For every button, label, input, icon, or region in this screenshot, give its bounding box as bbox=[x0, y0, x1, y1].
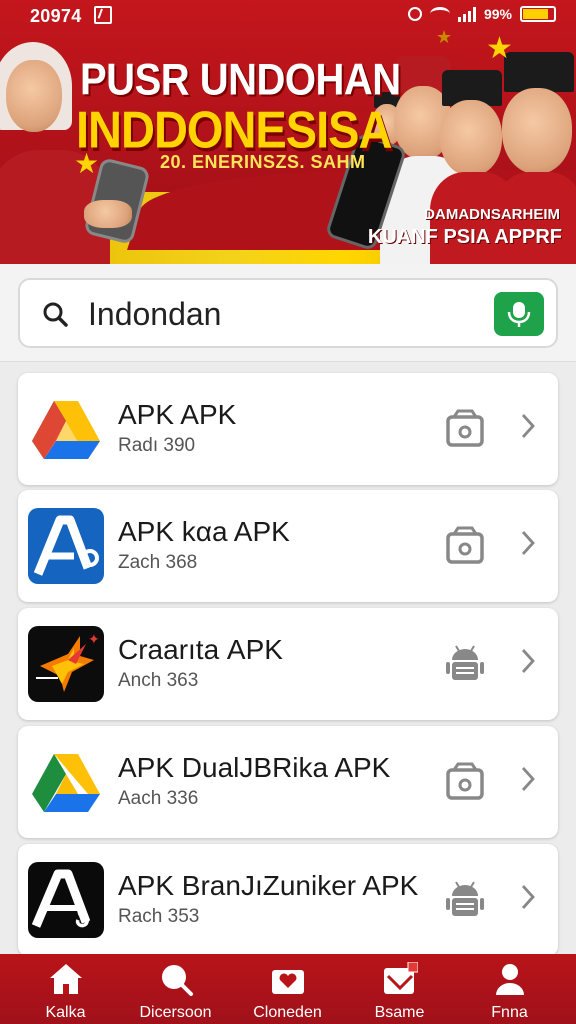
list-item[interactable]: APK BranJıZuniker APK Rach 353 bbox=[18, 844, 558, 956]
inbox-icon bbox=[384, 962, 418, 994]
microphone-icon bbox=[507, 302, 531, 327]
package-icon bbox=[446, 762, 484, 800]
banner-headline-country: INDDONESISA bbox=[76, 100, 392, 159]
search-icon bbox=[43, 302, 68, 327]
a-letter-blue-icon bbox=[28, 508, 104, 584]
app-title: APK kαa APK bbox=[118, 516, 290, 547]
list-item[interactable]: ✦ Craarıtа APK Anch 363 bbox=[18, 608, 558, 720]
signal-icon bbox=[457, 6, 476, 22]
nav-item-cloned[interactable]: Cloneden bbox=[230, 954, 345, 1024]
notification-icon bbox=[94, 6, 112, 24]
nav-item-bsame[interactable]: Bsame bbox=[342, 954, 457, 1024]
status-time: 20974 bbox=[30, 6, 82, 26]
location-icon bbox=[407, 7, 422, 21]
bottom-navigation: Kalka Dicersoon Cloneden Bsame Fnna bbox=[0, 954, 576, 1024]
package-icon bbox=[446, 409, 484, 447]
status-bar: 20974 99% bbox=[0, 0, 576, 34]
chevron-right-icon[interactable] bbox=[518, 764, 538, 794]
search-area: Indondan bbox=[0, 264, 576, 362]
battery-percent: 99% bbox=[483, 6, 512, 22]
banner-promo-line-2: KUANF PSIA APPRF bbox=[367, 226, 562, 248]
package-icon bbox=[446, 526, 484, 564]
chevron-right-icon[interactable] bbox=[518, 411, 538, 441]
wifi-icon bbox=[429, 7, 450, 21]
promo-banner[interactable]: ★ ★ ★ PUSR UNDOHAN INDDONESISA 20. ENERI… bbox=[0, 0, 576, 264]
android-icon bbox=[446, 645, 484, 680]
chevron-right-icon[interactable] bbox=[518, 528, 538, 558]
profile-icon bbox=[496, 964, 524, 995]
nav-label: Cloneden bbox=[253, 1004, 322, 1021]
list-item[interactable]: APK DualJBRika APK Aach 336 bbox=[18, 726, 558, 838]
app-title: APK BranJıZuniker APK bbox=[118, 870, 419, 901]
search-input[interactable]: Indondan bbox=[18, 278, 558, 348]
nav-item-profile[interactable]: Fnna bbox=[452, 954, 567, 1024]
star-bolt-icon: ✦ bbox=[28, 626, 104, 702]
nav-label: Dicersoon bbox=[139, 1004, 212, 1021]
banner-promo-line: DAMADNSARHEIM bbox=[424, 206, 560, 223]
banner-headline: PUSR UNDOHAN bbox=[80, 55, 401, 105]
star-icon: ★ bbox=[486, 32, 513, 65]
banner-subline: 20. ENERINSZS. SAHM bbox=[160, 152, 366, 172]
list-item[interactable]: APK APK Radı 390 bbox=[18, 373, 558, 485]
drive-icon bbox=[28, 391, 104, 467]
app-subtitle: Aach 336 bbox=[118, 788, 199, 809]
a-letter-black-icon bbox=[28, 862, 104, 938]
app-subtitle: Anch 363 bbox=[118, 670, 199, 691]
app-subtitle: Rach 353 bbox=[118, 906, 200, 927]
battery-icon bbox=[520, 6, 556, 22]
chevron-right-icon[interactable] bbox=[518, 882, 538, 912]
home-icon bbox=[50, 964, 82, 994]
app-title: APK DualJBRika APK bbox=[118, 752, 391, 783]
search-value[interactable]: Indondan bbox=[88, 294, 221, 334]
nav-label: Kalka bbox=[45, 1004, 86, 1021]
heart-box-icon bbox=[272, 970, 304, 994]
nav-label: Bsame bbox=[374, 1004, 425, 1021]
voice-search-button[interactable] bbox=[494, 292, 544, 336]
drive-icon bbox=[28, 744, 104, 820]
nav-item-home[interactable]: Kalka bbox=[8, 954, 123, 1024]
search-icon bbox=[162, 965, 193, 996]
list-item[interactable]: APK kαa APK Zach 368 bbox=[18, 490, 558, 602]
svg-text:✦: ✦ bbox=[88, 632, 100, 648]
android-icon bbox=[446, 881, 484, 916]
chevron-right-icon[interactable] bbox=[518, 646, 538, 676]
nav-label: Fnna bbox=[491, 1004, 528, 1021]
app-subtitle: Radı 390 bbox=[118, 435, 196, 456]
app-subtitle: Zach 368 bbox=[118, 552, 198, 573]
app-title: Craarıtа APK bbox=[118, 634, 283, 665]
app-title: APK APK bbox=[118, 399, 237, 430]
nav-item-discover[interactable]: Dicersoon bbox=[118, 954, 233, 1024]
